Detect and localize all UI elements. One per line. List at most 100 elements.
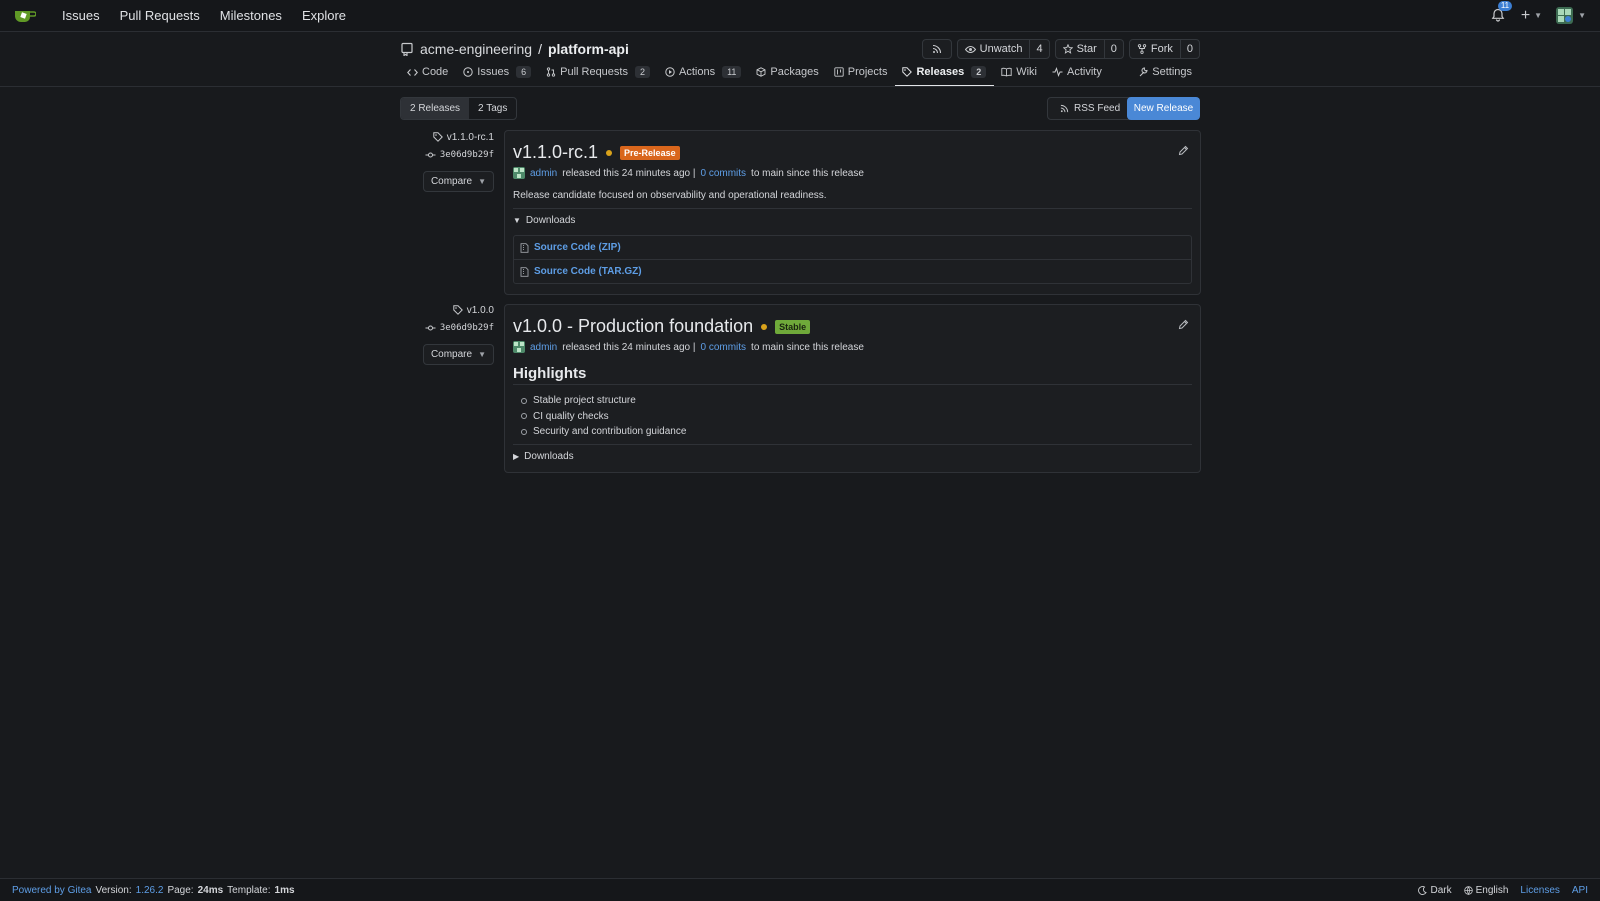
top-navbar: Issues Pull Requests Milestones Explore … <box>0 0 1600 32</box>
tags-count-tab[interactable]: 2 Tags <box>469 98 516 119</box>
release-commit-sha[interactable]: 3e06d9b29f <box>396 148 494 162</box>
released-time-text: released this 24 minutes ago | <box>562 167 696 179</box>
release-commit-sha[interactable]: 3e06d9b29f <box>396 321 494 335</box>
chevron-down-icon: ▼ <box>478 350 486 359</box>
release-divider <box>513 208 1192 209</box>
downloads-toggle[interactable]: ▶ Downloads <box>513 451 574 462</box>
downloads-label: Downloads <box>525 215 576 226</box>
footer-right: Dark English Licenses API <box>1418 885 1600 896</box>
tab-packages[interactable]: Packages <box>749 62 826 85</box>
forks-count[interactable]: 0 <box>1179 40 1199 58</box>
downloads-label: Downloads <box>524 451 574 462</box>
nav-milestones[interactable]: Milestones <box>210 8 292 23</box>
language-switcher[interactable]: English <box>1463 885 1508 896</box>
licenses-link[interactable]: Licenses <box>1520 885 1559 896</box>
api-link[interactable]: API <box>1572 885 1588 896</box>
repo-title: acme-engineering / platform-api <box>400 41 629 57</box>
since-release-text: to main since this release <box>751 167 864 179</box>
watchers-count[interactable]: 4 <box>1029 40 1048 58</box>
nav-pull-requests[interactable]: Pull Requests <box>110 8 210 23</box>
commits-link[interactable]: 0 commits <box>700 342 746 353</box>
since-release-text: to main since this release <box>751 341 864 353</box>
downloads-toggle[interactable]: ▼ Downloads <box>513 215 575 226</box>
list-item: CI quality checks <box>513 409 686 425</box>
page-time-label: Page: <box>167 884 194 896</box>
author-avatar[interactable] <box>513 167 525 179</box>
repo-rss-button[interactable] <box>921 39 952 59</box>
rss-feed-button[interactable]: RSS Feed <box>1047 97 1134 120</box>
version-link[interactable]: 1.26.2 <box>136 885 164 896</box>
tab-projects[interactable]: Projects <box>827 62 896 85</box>
author-link[interactable]: admin <box>530 342 557 353</box>
download-source-tar-label: Source Code (TAR.GZ) <box>534 266 642 277</box>
eye-icon <box>964 45 976 54</box>
release-tag[interactable]: v1.0.0 <box>396 303 494 317</box>
commits-link[interactable]: 0 commits <box>700 168 746 179</box>
tab-settings[interactable]: Settings <box>1131 62 1200 85</box>
repo-name-link[interactable]: platform-api <box>548 41 629 57</box>
author-link[interactable]: admin <box>530 168 557 179</box>
stars-count[interactable]: 0 <box>1103 40 1123 58</box>
rss-icon <box>1060 104 1069 113</box>
tab-actions[interactable]: Actions 11 <box>658 62 749 85</box>
notifications-bell-icon[interactable]: 11 <box>1491 0 1513 24</box>
tab-settings-label: Settings <box>1152 66 1192 78</box>
release-tag[interactable]: v1.1.0-rc.1 <box>396 130 494 144</box>
download-source-tar[interactable]: Source Code (TAR.GZ) <box>514 259 1191 283</box>
tab-pull-requests-label: Pull Requests <box>560 66 628 78</box>
tab-releases[interactable]: Releases 2 <box>895 62 995 87</box>
notification-count-badge: 11 <box>1497 0 1513 11</box>
nav-explore[interactable]: Explore <box>292 8 356 23</box>
releases-count-tab[interactable]: 2 Releases <box>401 98 470 119</box>
release-title-row: v1.1.0-rc.1 Pre-Release <box>513 142 680 163</box>
tab-wiki-label: Wiki <box>1016 66 1037 78</box>
commit-icon <box>425 324 436 332</box>
unwatch-button[interactable]: Unwatch <box>958 40 1030 58</box>
compare-label: Compare <box>430 349 473 360</box>
tab-code-label: Code <box>422 66 449 78</box>
tab-issues-label: Issues <box>477 66 510 78</box>
star-button[interactable]: Star <box>1056 40 1104 58</box>
gitea-logo-icon[interactable] <box>14 7 38 25</box>
release-title[interactable]: v1.1.0-rc.1 <box>513 142 598 163</box>
compare-dropdown[interactable]: Compare ▼ <box>422 171 494 192</box>
tab-code[interactable]: Code <box>400 62 456 85</box>
create-menu-button[interactable]: + ▼ <box>1521 7 1542 25</box>
repo-actions: Unwatch 4 Star 0 Fork 0 <box>921 39 1200 59</box>
powered-by-link[interactable]: Powered by Gitea <box>12 885 92 896</box>
repo-owner-link[interactable]: acme-engineering <box>420 41 532 57</box>
new-release-button[interactable]: New Release <box>1127 97 1200 120</box>
nav-issues[interactable]: Issues <box>52 8 110 23</box>
tab-activity[interactable]: Activity <box>1045 62 1110 85</box>
compare-dropdown[interactable]: Compare ▼ <box>422 344 494 365</box>
status-dot <box>761 323 768 330</box>
template-time-value: 1ms <box>274 884 295 896</box>
tab-wiki[interactable]: Wiki <box>994 62 1045 85</box>
release-title[interactable]: v1.0.0 - Production foundation <box>513 316 753 337</box>
release-tag-label: v1.0.0 <box>466 304 494 316</box>
user-menu-button[interactable]: ▼ <box>1556 7 1586 24</box>
moon-icon <box>1418 885 1428 895</box>
repo-icon <box>400 42 414 56</box>
list-item: Stable project structure <box>513 393 686 409</box>
tab-pull-requests[interactable]: Pull Requests 2 <box>539 62 658 85</box>
tag-icon <box>433 132 443 142</box>
tab-releases-label: Releases <box>916 66 965 78</box>
fork-button[interactable]: Fork <box>1130 40 1180 58</box>
edit-pencil-icon[interactable] <box>1178 145 1190 157</box>
release-description: Release candidate focused on observabili… <box>513 190 827 201</box>
header-divider <box>0 86 1600 87</box>
author-avatar[interactable] <box>513 341 525 353</box>
star-label: Star <box>1076 43 1097 55</box>
globe-icon <box>1463 885 1473 895</box>
edit-pencil-icon[interactable] <box>1178 319 1190 331</box>
release-sidebar: v1.0.0 3e06d9b29f Compare ▼ <box>396 303 494 365</box>
fork-control: Fork 0 <box>1128 39 1200 59</box>
download-source-zip[interactable]: Source Code (ZIP) <box>514 236 1191 259</box>
release-sidebar: v1.1.0-rc.1 3e06d9b29f Compare ▼ <box>396 130 494 192</box>
tools-icon <box>1138 67 1148 77</box>
issue-icon <box>463 67 473 77</box>
downloads-list: Source Code (ZIP) Source Code (TAR.GZ) <box>513 235 1192 284</box>
theme-switcher[interactable]: Dark <box>1418 885 1452 896</box>
tab-issues[interactable]: Issues 6 <box>456 62 539 85</box>
